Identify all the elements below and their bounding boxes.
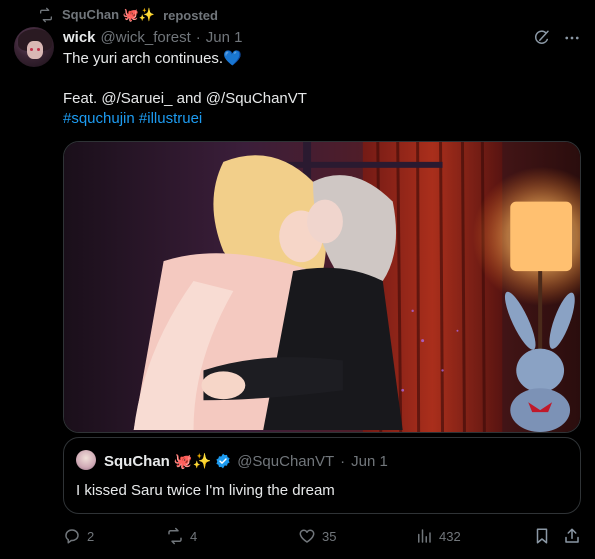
blue-heart-emoji: 💙 [223,50,242,67]
reposter-link[interactable]: SquChan 🐙✨ [62,7,155,23]
view-count: 432 [439,528,461,544]
post-date[interactable]: Jun 1 [206,29,243,46]
quoted-name-emoji: 🐙✨ [173,453,212,470]
repost-bar: SquChan 🐙✨ reposted [38,6,218,24]
post-text-line2: Feat. @/Saruei_ and @/SquChanVT [63,90,307,107]
share-button[interactable] [563,527,581,545]
quoted-post-text: I kissed Saru twice I'm living the dream [76,482,335,499]
quoted-author-avatar[interactable] [76,450,96,470]
reply-count: 2 [87,528,95,544]
author-avatar[interactable] [14,27,54,67]
author-name[interactable]: wick [63,29,96,46]
hashtag-link[interactable]: #illustruei [139,110,202,127]
more-icon[interactable] [563,29,581,47]
quoted-author-handle[interactable]: @SquChanVT [237,453,334,470]
share-icon [565,528,579,543]
reply-button[interactable]: 2 [63,527,94,545]
reply-icon [65,529,79,544]
grok-icon[interactable] [533,29,551,47]
bookmark-button[interactable] [533,527,551,545]
top-icons [533,29,581,47]
repost-count: 4 [190,528,198,544]
repost-button[interactable]: 4 [166,527,197,545]
like-button[interactable]: 35 [298,527,336,545]
bookmark-icon [536,528,548,544]
quoted-header: SquChan 🐙✨ @SquChanVT · Jun 1 [104,451,388,471]
separator: · [195,28,201,46]
quoted-author-name[interactable]: SquChan [104,453,170,470]
post-image[interactable] [63,141,581,433]
like-count: 35 [322,528,337,544]
author-handle[interactable]: @wick_forest [101,29,191,46]
post-text-line1: The yuri arch continues.💙 [63,50,242,67]
post-hashtags: #squchujin #illustruei [63,109,202,129]
post-header: wick @wick_forest · Jun 1 [63,27,242,47]
verified-badge-icon [216,453,230,469]
views-button[interactable]: 432 [415,527,461,545]
quoted-post[interactable]: SquChan 🐙✨ @SquChanVT · Jun 1 I kissed S… [63,437,581,514]
illustration-image [64,142,580,432]
separator: · [340,452,346,470]
repost-icon [40,7,52,23]
hashtag-link[interactable]: #squchujin [63,110,135,127]
repost-icon [168,527,182,545]
action-bar: 2 4 35 432 [63,527,581,547]
views-chart-icon [418,529,431,543]
heart-icon [299,529,315,543]
reposted-label: reposted [163,7,218,23]
quoted-post-date[interactable]: Jun 1 [351,453,388,470]
